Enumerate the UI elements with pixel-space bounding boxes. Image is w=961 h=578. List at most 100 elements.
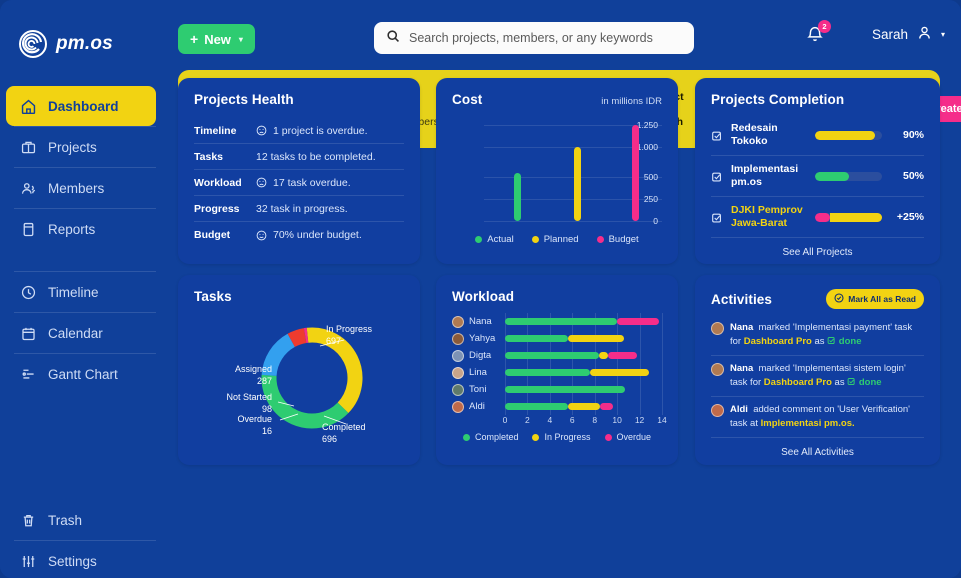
progress-fill: [829, 212, 882, 222]
activity-project[interactable]: Dashboard Pro: [764, 377, 832, 388]
sidebar-nav: Dashboard Projects Members Reports Timel…: [0, 86, 162, 578]
progress-bar: [815, 212, 882, 222]
donut-segment: [287, 328, 307, 348]
activities-header: Activities Mark All as Read: [711, 289, 924, 309]
x-axis-tick: 4: [547, 415, 553, 425]
legend-dot: [531, 236, 539, 243]
progress-percent: +25%: [896, 211, 924, 223]
sidebar-item-members[interactable]: Members: [6, 168, 156, 208]
workload-bar-segment: [599, 352, 609, 359]
health-row: Timeline 1 project is overdue.: [194, 118, 404, 144]
donut-callout-label: Overdue 16: [194, 414, 272, 437]
legend-label: Overdue: [616, 432, 652, 442]
home-icon: [20, 98, 37, 115]
sliders-icon: [20, 553, 37, 570]
checkbox-icon[interactable]: [711, 170, 723, 182]
cost-header: Cost in millions IDR: [452, 92, 662, 107]
activity-body2: as: [814, 336, 825, 347]
briefcase-icon: [20, 139, 37, 156]
workload-track: [505, 347, 663, 364]
notifications-button[interactable]: 2: [805, 20, 831, 48]
project-completion-row[interactable]: DJKI Pemprov Jawa-Barat +25%: [711, 197, 924, 238]
legend-item: Completed: [462, 432, 518, 442]
card-title: Tasks: [194, 289, 232, 304]
legend-dot: [596, 236, 604, 243]
workload-bar-segment: [505, 369, 591, 376]
gridline: [662, 313, 663, 330]
user-menu[interactable]: Sarah ▾: [872, 24, 945, 44]
cost-legend: Actual Planned Budget: [452, 234, 662, 245]
activity-item[interactable]: Nana marked 'Implementasi sistem login' …: [711, 356, 924, 397]
mark-all-as-read-button[interactable]: Mark All as Read: [826, 289, 924, 309]
x-axis-tick: 14: [657, 415, 667, 425]
activity-project[interactable]: Implementasi pm.os.: [761, 418, 855, 429]
legend-label: Actual: [487, 234, 514, 245]
brand-name: pm.os: [56, 33, 113, 54]
sad-face-icon: [256, 125, 267, 136]
member-name: Nana: [469, 316, 492, 327]
search-input[interactable]: [409, 31, 682, 45]
avatar: [452, 349, 464, 362]
avatar: [711, 363, 724, 376]
progress-fill-overdue: [815, 212, 830, 222]
happy-face-icon: [256, 230, 267, 241]
activity-item[interactable]: Nana marked 'Implementasi payment' task …: [711, 315, 924, 356]
project-completion-row[interactable]: Redesain Tokoko 90%: [711, 115, 924, 156]
sidebar-item-dashboard[interactable]: Dashboard: [6, 86, 156, 126]
chevron-down-icon: ▾: [238, 34, 243, 44]
avatar: [711, 404, 724, 417]
sidebar-item-trash[interactable]: Trash: [6, 500, 156, 540]
person-icon: [916, 24, 933, 44]
legend-label: Budget: [608, 234, 639, 245]
health-label: Progress: [194, 202, 240, 215]
sidebar-label: Gantt Chart: [48, 366, 118, 382]
new-button[interactable]: + New ▾: [178, 24, 255, 54]
gridline: [662, 398, 663, 415]
x-axis-tick: 2: [525, 415, 530, 425]
sidebar-item-reports[interactable]: Reports: [6, 209, 156, 249]
donut-callout-label: Not Started 98: [194, 392, 272, 415]
project-completion-row[interactable]: Implementasi pm.os 50%: [711, 156, 924, 197]
y-axis-tick: 500: [643, 172, 658, 182]
workload-track: [505, 381, 663, 398]
search-bar[interactable]: [374, 22, 694, 54]
see-all-projects-link[interactable]: See All Projects: [711, 238, 924, 258]
activity-text: Aldi added comment on 'User Verification…: [730, 403, 924, 431]
dashboard-window: pm.os Dashboard Projects Members Reports…: [0, 0, 961, 578]
gridline: [484, 221, 662, 222]
avatar: [452, 366, 464, 379]
gridline: [617, 398, 619, 415]
workload-row: Toni: [452, 381, 663, 398]
workload-bar-segment: [505, 386, 625, 393]
see-all-activities-link[interactable]: See All Activities: [711, 438, 924, 458]
health-text: 12 tasks to be completed.: [256, 150, 376, 163]
health-row: Tasks 12 tasks to be completed.: [194, 144, 404, 170]
project-name: Implementasi pm.os: [731, 163, 799, 188]
checkbox-icon[interactable]: [711, 129, 723, 141]
workload-track: [505, 398, 663, 415]
workload-bar-segment: [567, 403, 601, 410]
donut-label-name: Assigned: [234, 364, 272, 374]
workload-bar-segment: [567, 335, 624, 342]
gridline: [662, 364, 663, 381]
health-text: 17 task overdue.: [273, 176, 351, 189]
sidebar-item-projects[interactable]: Projects: [6, 127, 156, 167]
cost-bar: [514, 172, 521, 221]
activity-project[interactable]: Dashboard Pro: [744, 336, 812, 347]
donut-callout-label: Assigned 287: [200, 364, 272, 387]
sidebar-item-gantt-chart[interactable]: Gantt Chart: [6, 354, 156, 394]
brand-logo[interactable]: pm.os: [0, 14, 162, 68]
sidebar-item-timeline[interactable]: Timeline: [6, 272, 156, 312]
health-text: 32 task in progress.: [256, 202, 348, 215]
workload-bar-segment: [505, 335, 568, 342]
legend-dot: [604, 433, 612, 441]
projects-completion-card: Projects Completion Redesain Tokoko 90% Im…: [695, 78, 940, 264]
gridline: [639, 330, 641, 347]
check-box-icon: [827, 337, 835, 344]
activity-item[interactable]: Aldi added comment on 'User Verification…: [711, 397, 924, 438]
project-name: DJKI Pemprov Jawa-Barat: [731, 204, 803, 229]
sidebar-item-settings[interactable]: Settings: [6, 541, 156, 578]
gridline: [639, 381, 641, 398]
sidebar-item-calendar[interactable]: Calendar: [6, 313, 156, 353]
checkbox-icon[interactable]: [711, 211, 723, 223]
